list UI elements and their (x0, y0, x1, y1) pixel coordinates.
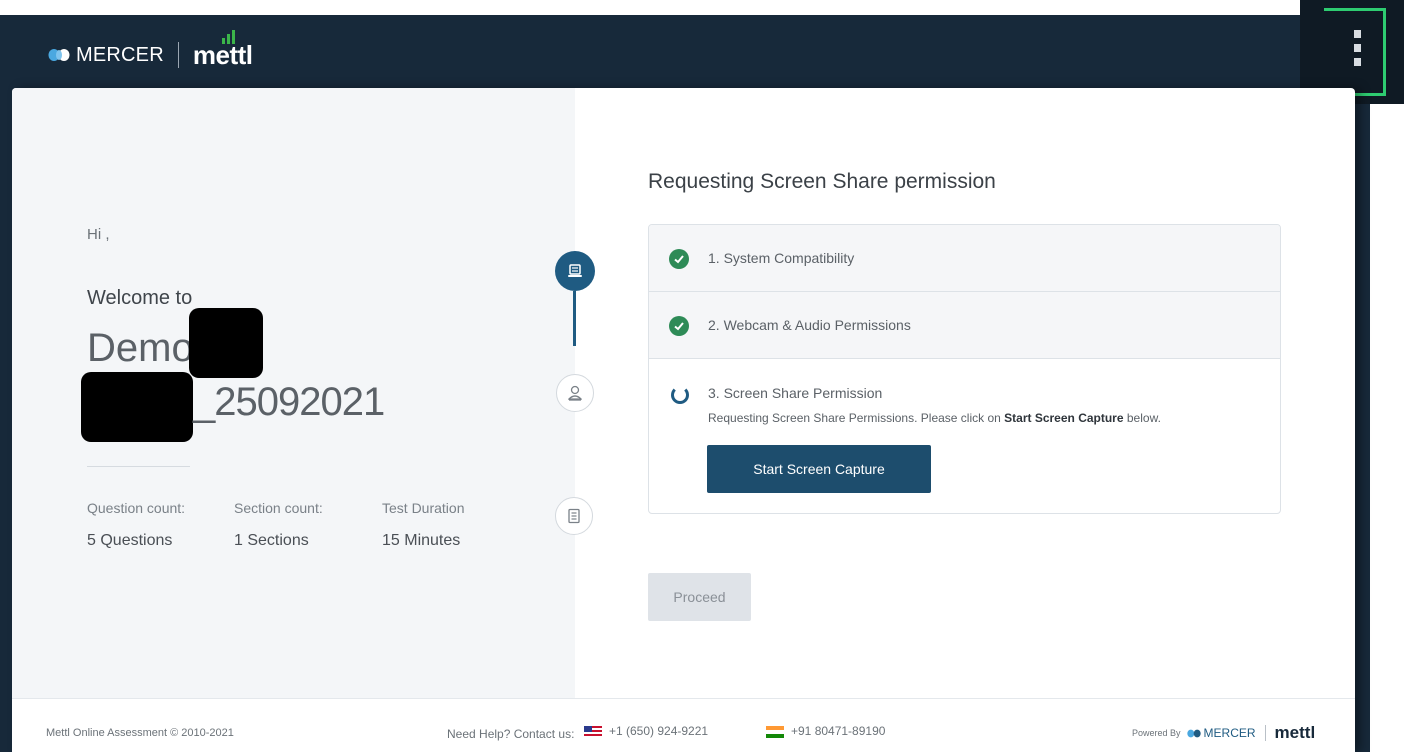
document-icon (568, 508, 580, 524)
stat-section-count: Section count: 1 Sections (234, 500, 323, 550)
proceed-button[interactable]: Proceed (648, 573, 751, 621)
stat-value: 5 Questions (87, 532, 173, 549)
brand-mercer: MERCER (76, 43, 164, 66)
powered-mercer: MERCER (1203, 726, 1256, 740)
logo-divider (177, 42, 179, 68)
brand-mettl-text: mettl (192, 39, 253, 70)
step-connector (573, 291, 576, 346)
description-prefix: Requesting Screen Share Permissions. Ple… (708, 411, 1001, 425)
stat-value: 1 Sections (234, 532, 309, 549)
footer-help-label: Need Help? Contact us: (447, 727, 575, 741)
stat-question-count: Question count: 5 Questions (87, 500, 185, 550)
top-strip (0, 0, 1404, 15)
step-instructions (555, 497, 593, 535)
powered-divider (1264, 725, 1266, 741)
welcome-text: Welcome to (87, 287, 193, 309)
greeting: Hi , (87, 226, 110, 243)
permission-step-screenshare: 3. Screen Share Permission Requesting Sc… (649, 359, 1280, 513)
test-info-panel: Hi , Welcome to Demo _25092021 Question … (12, 88, 575, 698)
header-logo: MERCER mettl (48, 29, 253, 73)
phone-in[interactable]: +91 80471-89190 (791, 724, 885, 738)
mercer-logo-icon (48, 49, 70, 61)
stat-test-duration: Test Duration 15 Minutes (382, 500, 464, 550)
laptop-icon (568, 264, 582, 277)
spinner-icon (671, 386, 689, 404)
permission-steps: 1. System Compatibility 2. Webcam & Audi… (648, 224, 1281, 514)
powered-mettl: mettl (1274, 723, 1316, 742)
mettl-bars-icon (221, 29, 235, 44)
stat-label: Section count: (234, 500, 323, 516)
permission-step-webcam: 2. Webcam & Audio Permissions (649, 292, 1280, 359)
test-name-line1: Demo (87, 326, 194, 370)
test-name-line2: _25092021 (193, 380, 385, 424)
permission-title: Requesting Screen Share permission (648, 170, 996, 193)
more-options-icon[interactable] (1354, 30, 1361, 66)
footer: Mettl Online Assessment © 2010-2021 Need… (12, 698, 1355, 752)
start-screen-capture-button[interactable]: Start Screen Capture (707, 445, 931, 493)
stat-value: 15 Minutes (382, 532, 461, 549)
step-profile (556, 374, 594, 412)
description-bold: Start Screen Capture (1004, 411, 1124, 425)
powered-by: Powered By MERCER mettl (1132, 723, 1315, 743)
user-icon (568, 385, 582, 401)
check-circle-icon (669, 316, 689, 336)
check-circle-icon (669, 249, 689, 269)
stat-label: Question count: (87, 500, 186, 516)
step-system-check (555, 251, 595, 291)
permission-step-label: 1. System Compatibility (708, 250, 855, 266)
description-suffix: below. (1126, 411, 1161, 425)
redaction-box (81, 372, 193, 442)
onboarding-card: Hi , Welcome to Demo _25092021 Question … (12, 88, 1355, 752)
footer-copyright: Mettl Online Assessment © 2010-2021 (46, 727, 234, 739)
phone-us[interactable]: +1 (650) 924-9221 (609, 724, 708, 738)
permission-step-system: 1. System Compatibility (649, 225, 1280, 292)
brand-mettl: mettl (192, 29, 253, 71)
us-flag-icon (584, 726, 602, 738)
permission-description: Requesting Screen Share Permissions. Ple… (708, 411, 1161, 425)
redaction-box (189, 308, 263, 378)
mercer-logo-icon (1186, 729, 1201, 737)
powered-label: Powered By (1132, 728, 1181, 738)
permission-step-label: 3. Screen Share Permission (708, 385, 883, 401)
stat-label: Test Duration (382, 500, 465, 516)
divider (87, 466, 190, 467)
india-flag-icon (766, 726, 784, 738)
permission-step-label: 2. Webcam & Audio Permissions (708, 317, 911, 333)
